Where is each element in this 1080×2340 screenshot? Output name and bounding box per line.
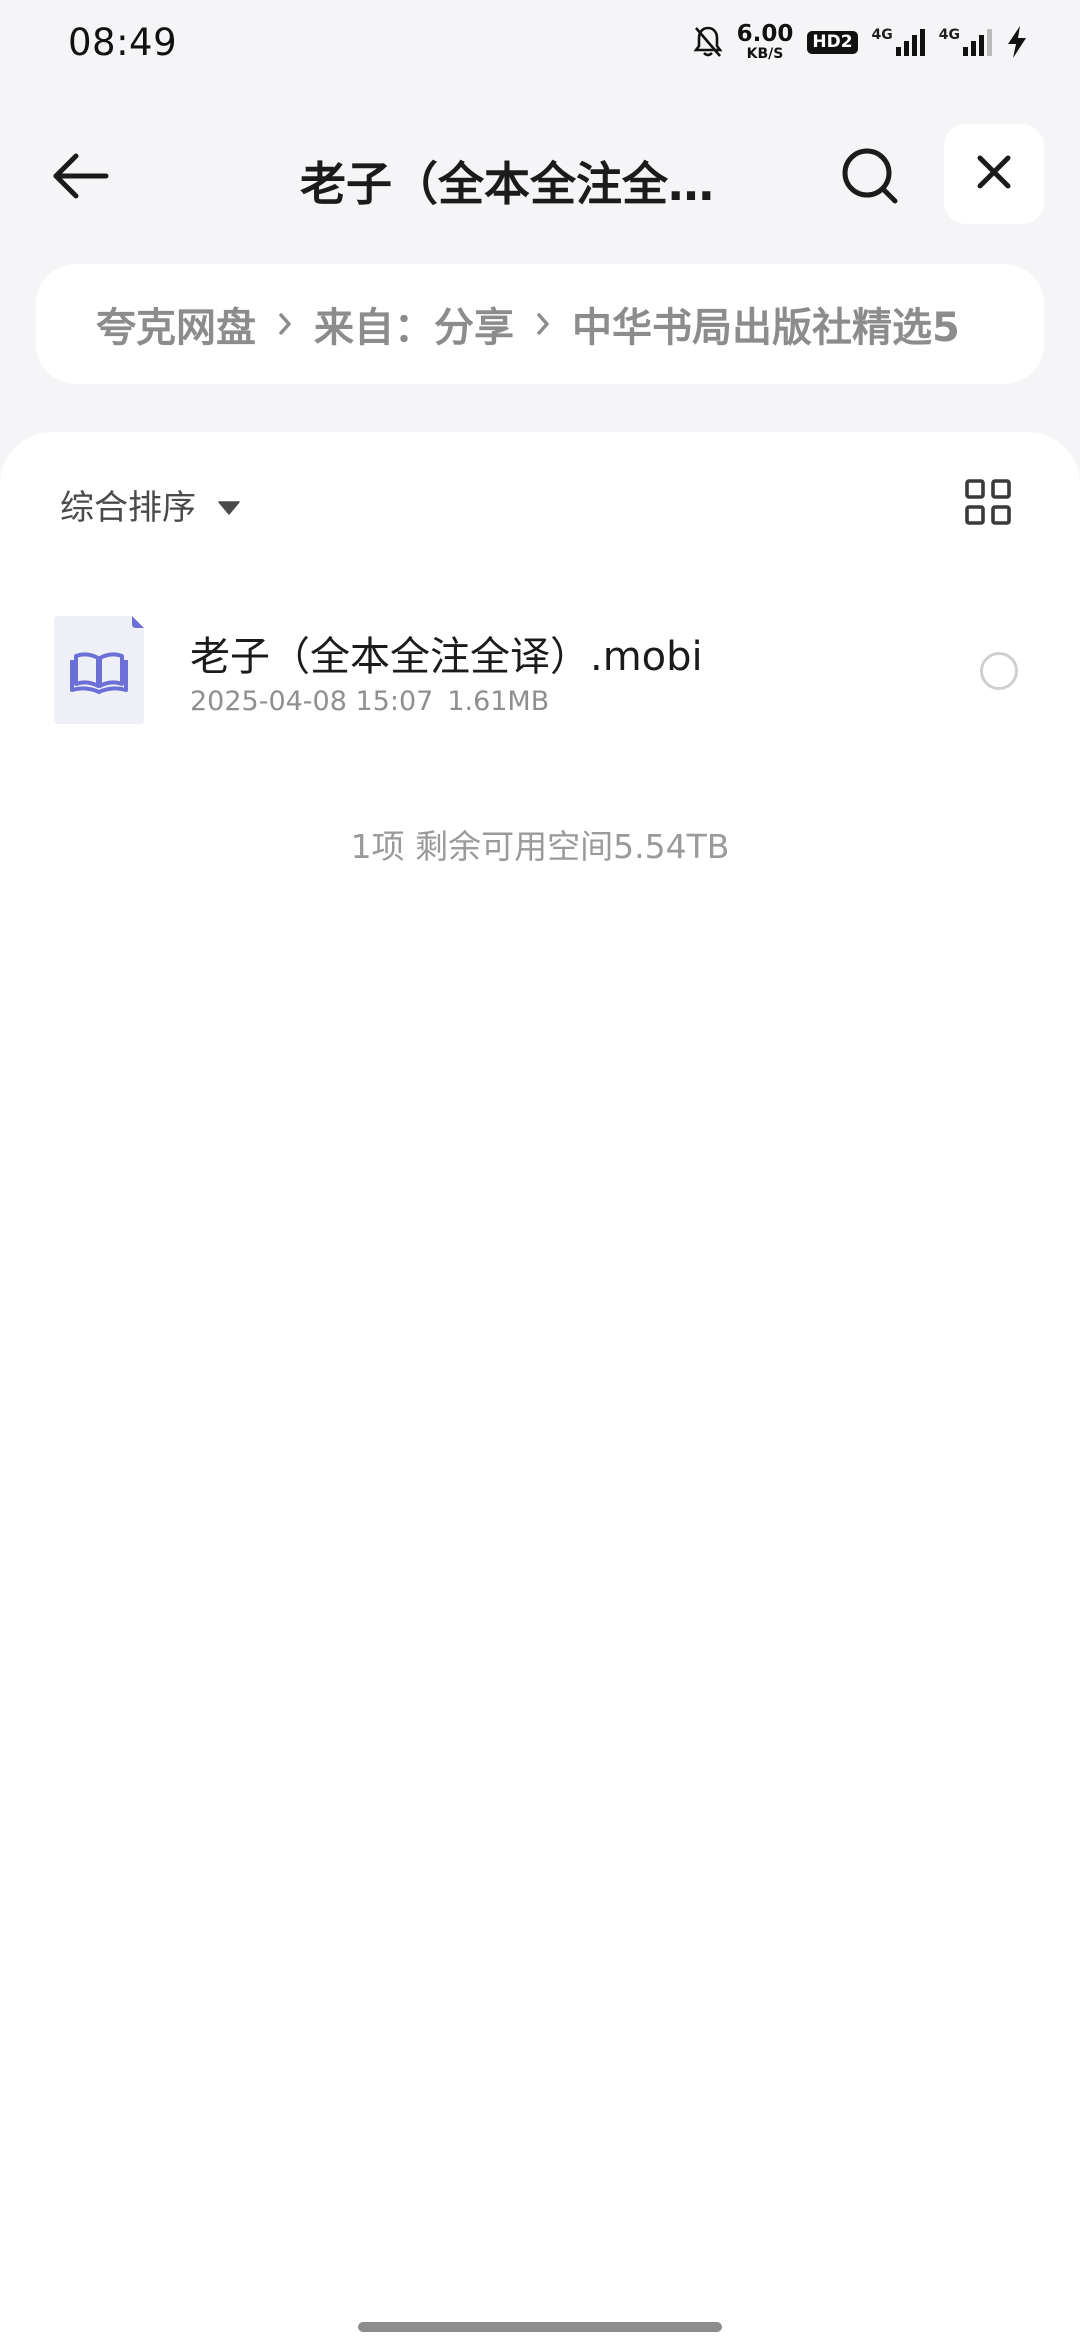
home-indicator[interactable] xyxy=(358,2322,722,2332)
breadcrumb-item-folder[interactable]: 中华书局出版社精选5 xyxy=(572,295,960,353)
list-item[interactable]: 老子（全本全注全译）.mobi 2025-04-08 15:07 1.61MB xyxy=(0,602,1080,732)
chevron-right-icon xyxy=(278,312,292,336)
screen: 08:49 6.00 KB/S HD2 4G 4G 老子（全本全注全… 夸克网盘… xyxy=(0,0,1080,2340)
chevron-right-icon xyxy=(536,312,550,336)
close-button[interactable] xyxy=(944,124,1044,224)
file-name: 老子（全本全注全译）.mobi xyxy=(190,634,703,680)
grid-view-button[interactable] xyxy=(958,474,1018,534)
search-icon xyxy=(839,145,901,211)
file-list-panel: 综合排序 老子（全本全注全译）.mobi 2025-04-08 15:07 1.… xyxy=(0,432,1080,2340)
bell-muted-icon xyxy=(693,25,723,59)
charging-icon xyxy=(1006,25,1028,59)
storage-summary: 1项 剩余可用空间5.54TB xyxy=(350,827,730,866)
sort-dropdown[interactable]: 综合排序 xyxy=(60,474,240,534)
status-icons: 6.00 KB/S HD2 4G 4G xyxy=(693,23,1028,61)
sort-label: 综合排序 xyxy=(60,487,196,528)
close-icon xyxy=(976,154,1012,194)
signal-label: 4G xyxy=(938,27,960,43)
back-arrow-icon xyxy=(50,151,110,205)
ebook-file-icon xyxy=(54,616,144,724)
status-bar: 08:49 6.00 KB/S HD2 4G 4G xyxy=(0,0,1080,84)
page-title: 老子（全本全注全… xyxy=(300,157,714,211)
breadcrumb: 夸克网盘 来自：分享 中华书局出版社精选5 xyxy=(36,264,1044,384)
network-speed: 6.00 KB/S xyxy=(736,21,794,62)
hd-badge: HD2 xyxy=(807,30,858,54)
file-meta: 2025-04-08 15:07 1.61MB xyxy=(190,686,549,717)
signal-icon: 4G xyxy=(872,27,925,57)
header: 老子（全本全注全… xyxy=(0,120,1080,230)
file-date: 2025-04-08 15:07 xyxy=(190,686,434,717)
search-button[interactable] xyxy=(834,142,906,214)
back-button[interactable] xyxy=(44,142,116,214)
status-time: 08:49 xyxy=(68,20,178,64)
select-radio[interactable] xyxy=(980,652,1018,690)
breadcrumb-item-root[interactable]: 夸克网盘 xyxy=(96,295,256,353)
signal-label: 4G xyxy=(871,27,893,43)
signal-icon: 4G xyxy=(939,27,992,57)
grid-view-icon xyxy=(965,479,1011,529)
breadcrumb-item-share[interactable]: 来自：分享 xyxy=(314,295,514,353)
caret-down-icon xyxy=(218,484,240,524)
file-size: 1.61MB xyxy=(447,686,550,717)
